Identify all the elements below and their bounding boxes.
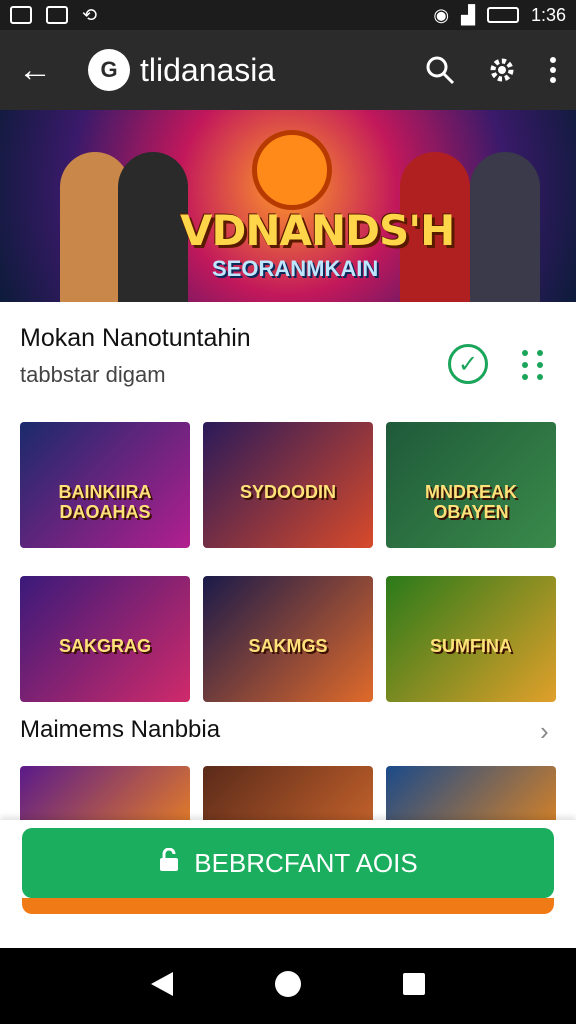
game-tile[interactable] <box>386 766 556 822</box>
game-tile[interactable]: SAKMGS <box>203 576 373 702</box>
lock-icon <box>158 847 180 879</box>
nav-back-icon[interactable] <box>149 970 175 1003</box>
photo-icon <box>46 6 68 24</box>
more-options-icon[interactable] <box>548 54 558 86</box>
battery-icon <box>486 7 519 23</box>
game-tile[interactable]: BAINKIIRA DAOAHAS <box>20 422 190 548</box>
banner-character-right-2 <box>470 152 540 302</box>
banner-character-left-2 <box>118 152 188 302</box>
cta-label: BEBRCFANT AOIS <box>194 847 418 878</box>
status-time: 1:36 <box>530 4 566 25</box>
primary-cta-button[interactable]: BEBRCFANT AOIS <box>22 828 554 898</box>
check-icon[interactable]: ✓ <box>448 344 488 384</box>
game-grid-row-2: SAKGRAG SAKMGS SUMFINA <box>20 576 556 702</box>
nav-home-icon[interactable] <box>273 969 303 1004</box>
grid-dots-icon[interactable] <box>522 350 546 380</box>
game-tile[interactable]: SYDOODIN <box>203 422 373 548</box>
back-arrow-icon[interactable]: ← <box>18 51 62 90</box>
search-icon[interactable] <box>424 54 456 86</box>
cta-progress-bar <box>22 898 554 914</box>
banner-title: VDNANDS'H <box>180 206 455 255</box>
app-logo: G <box>88 49 130 91</box>
banner-subtitle: SEORANMKAIN <box>212 256 379 281</box>
banner-mascot <box>252 130 332 210</box>
content-area: Mokan Nanotuntahin tabbstar digam ✓ BAIN… <box>0 302 576 822</box>
settings-gear-icon[interactable] <box>486 54 518 86</box>
app-bar: ← G tlidanasia <box>0 30 576 110</box>
alarm-icon: ◉ <box>433 4 450 25</box>
game-grid-row-1: BAINKIIRA DAOAHAS SYDOODIN MNDREAK OBAYE… <box>20 422 556 548</box>
signal-icon: ▟ <box>461 4 475 25</box>
game-tile[interactable]: SUMFINA <box>386 576 556 702</box>
hero-banner[interactable]: VDNANDS'H SEORANMKAIN <box>0 110 576 302</box>
status-bar: ⟲ ◉ ▟ 1:36 <box>0 0 576 30</box>
row-title: Maimems Nanbbia <box>20 716 221 743</box>
game-tile[interactable] <box>20 766 190 822</box>
chevron-right-icon[interactable]: › <box>540 716 549 747</box>
section-subtitle: tabbstar digam <box>20 362 166 387</box>
app-title: tlidanasia <box>140 51 276 88</box>
rotate-icon: ⟲ <box>82 4 98 25</box>
game-grid-row-3 <box>20 766 556 822</box>
notification-icon <box>10 6 32 24</box>
game-tile[interactable] <box>203 766 373 822</box>
nav-recents-icon[interactable] <box>401 971 427 1002</box>
bottom-panel: BEBRCFANT AOIS <box>0 820 576 948</box>
game-tile[interactable]: SAKGRAG <box>20 576 190 702</box>
system-nav-bar <box>0 948 576 1024</box>
section-title: Mokan Nanotuntahin <box>20 324 251 352</box>
game-tile[interactable]: MNDREAK OBAYEN <box>386 422 556 548</box>
